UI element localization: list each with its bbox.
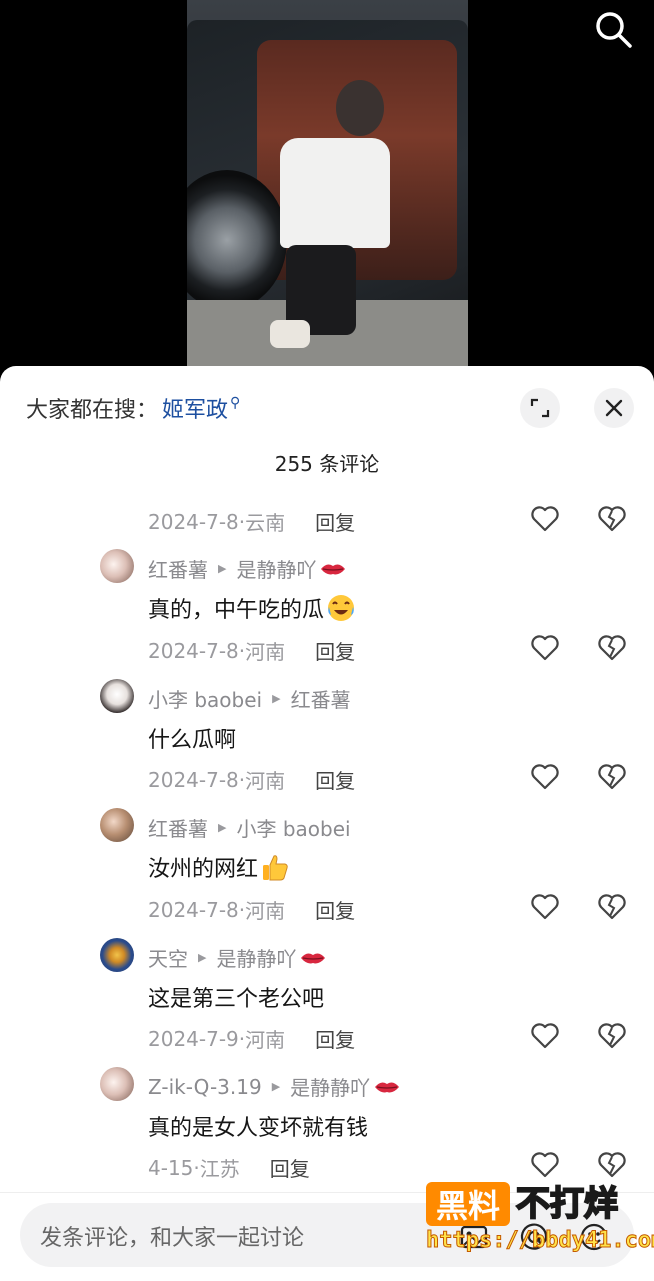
child-head xyxy=(336,80,384,136)
expand-icon xyxy=(530,398,550,418)
close-button[interactable] xyxy=(594,388,634,428)
comment-meta: 2024-7-8 · 河南 回复 xyxy=(148,765,355,794)
comment-text: 什么瓜啊 xyxy=(148,728,237,753)
heart-icon[interactable] xyxy=(531,1152,559,1178)
comment-meta: 2024-7-8 · 云南 回复 xyxy=(148,507,355,536)
watermark-url: https://bbdy41.com xyxy=(425,1228,654,1254)
comment-date: 2024-7-9 xyxy=(148,1026,239,1051)
reply-arrow-icon: ▶ xyxy=(272,692,281,705)
child-shoe xyxy=(270,320,310,348)
lips-emoji-icon xyxy=(375,1082,400,1092)
comment-names: 红番薯 ▶ 小李 baobei xyxy=(148,813,351,842)
broken-heart-icon[interactable] xyxy=(598,506,626,532)
watermark: 黑料 不打烊 https://bbdy41.com xyxy=(425,1182,654,1256)
avatar[interactable] xyxy=(100,1067,134,1101)
close-icon xyxy=(605,399,623,417)
reply-to-name[interactable]: 是静静吖 xyxy=(216,943,296,972)
lips-emoji-icon xyxy=(301,953,326,963)
reply-button[interactable]: 回复 xyxy=(315,507,355,536)
comment-author[interactable]: 小李 baobei xyxy=(148,684,262,713)
child-shirt xyxy=(280,138,390,248)
broken-heart-icon[interactable] xyxy=(598,635,626,661)
comment-names: 天空 ▶ 是静静吖 xyxy=(148,943,326,972)
comment-meta: 2024-7-8 · 河南 回复 xyxy=(148,895,355,924)
comment-names: Z-ik-Q-3.19 ▶ 是静静吖 xyxy=(148,1072,400,1101)
comment-text: 真的是女人变坏就有钱 xyxy=(148,1116,369,1141)
comment-names: 小李 baobei ▶ 红番薯 xyxy=(148,684,351,713)
search-small-icon: ⚲ xyxy=(230,395,241,411)
laugh-cry-emoji-icon xyxy=(328,595,355,621)
reply-button[interactable]: 回复 xyxy=(315,895,355,924)
comment-meta: 4-15 · 江苏 回复 xyxy=(148,1153,310,1182)
reply-to-name[interactable]: 是静静吖 xyxy=(236,554,316,583)
heart-icon[interactable] xyxy=(531,1023,559,1049)
comment-meta: 2024-7-8 · 河南 回复 xyxy=(148,636,355,665)
avatar[interactable] xyxy=(100,808,134,842)
comment-location: 江苏 xyxy=(199,1157,240,1181)
avatar[interactable] xyxy=(100,938,134,972)
reply-button[interactable]: 回复 xyxy=(315,1024,355,1053)
comment-date: 2024-7-8 xyxy=(148,897,239,922)
comment-text-row: 这是第三个老公吧 xyxy=(148,981,324,1013)
comment-text-row: 真的，中午吃的瓜 xyxy=(148,592,356,624)
lips-emoji-icon xyxy=(321,564,346,574)
heart-icon[interactable] xyxy=(531,894,559,920)
reply-button[interactable]: 回复 xyxy=(315,765,355,794)
thumbs-up-emoji-icon xyxy=(263,855,288,881)
broken-heart-icon[interactable] xyxy=(598,764,626,790)
comment-location: 河南 xyxy=(245,899,286,923)
watermark-brand: 黑料 xyxy=(426,1182,510,1226)
reply-arrow-icon: ▶ xyxy=(271,1080,281,1093)
comment-text: 汝州的网红 xyxy=(148,857,259,882)
watermark-title: 不打烊 xyxy=(515,1183,619,1225)
heart-icon[interactable] xyxy=(531,635,559,661)
reply-to-name[interactable]: 红番薯 xyxy=(291,684,351,713)
comment-author[interactable]: 红番薯 xyxy=(148,813,208,842)
hot-search-bar[interactable]: 大家都在搜： 姬军政 ⚲ xyxy=(26,392,240,424)
comment-location: 河南 xyxy=(245,640,286,664)
comment-location: 云南 xyxy=(245,511,286,535)
comment-location: 河南 xyxy=(245,1028,286,1052)
reply-button[interactable]: 回复 xyxy=(315,636,355,665)
video-frame xyxy=(187,0,468,380)
avatar[interactable] xyxy=(100,549,134,583)
comment-date: 2024-7-8 xyxy=(148,509,239,534)
comment-text-row: 真的是女人变坏就有钱 xyxy=(148,1110,368,1142)
broken-heart-icon[interactable] xyxy=(598,1023,626,1049)
comment-names: 红番薯 ▶ 是静静吖 xyxy=(148,554,346,583)
heart-icon[interactable] xyxy=(531,764,559,790)
comment-input-placeholder: 发条评论，和大家一起讨论 xyxy=(40,1226,305,1251)
reply-to-name[interactable]: 小李 baobei xyxy=(236,813,350,842)
expand-button[interactable] xyxy=(520,388,560,428)
search-icon[interactable] xyxy=(592,8,636,52)
reply-button[interactable]: 回复 xyxy=(270,1153,310,1182)
reply-arrow-icon: ▶ xyxy=(218,821,227,834)
heart-icon[interactable] xyxy=(531,506,559,532)
hot-search-term[interactable]: 姬军政 xyxy=(162,392,228,424)
comment-text-row: 什么瓜啊 xyxy=(148,722,236,754)
child-figure xyxy=(270,80,390,350)
reply-to-name[interactable]: 是静静吖 xyxy=(290,1072,370,1101)
broken-heart-icon[interactable] xyxy=(598,1152,626,1178)
comment-author[interactable]: 天空 xyxy=(148,943,188,972)
comment-text: 这是第三个老公吧 xyxy=(148,987,325,1012)
comment-author[interactable]: Z-ik-Q-3.19 xyxy=(148,1075,262,1099)
comment-date: 2024-7-8 xyxy=(148,638,239,663)
video-player[interactable] xyxy=(0,0,654,380)
broken-heart-icon[interactable] xyxy=(598,894,626,920)
comment-author[interactable]: 红番薯 xyxy=(148,554,208,583)
reply-arrow-icon: ▶ xyxy=(198,951,207,964)
comment-date: 2024-7-8 xyxy=(148,767,239,792)
comment-date: 4-15 xyxy=(148,1155,194,1180)
hot-search-label: 大家都在搜： xyxy=(26,398,159,423)
comment-text-row: 汝州的网红 xyxy=(148,851,290,883)
comment-meta: 2024-7-9 · 河南 回复 xyxy=(148,1024,355,1053)
comment-location: 河南 xyxy=(245,769,286,793)
reply-arrow-icon: ▶ xyxy=(218,562,227,575)
comment-text: 真的，中午吃的瓜 xyxy=(148,598,325,623)
comment-count: 255 条评论 xyxy=(274,452,380,476)
avatar[interactable] xyxy=(100,679,134,713)
comment-sheet: 大家都在搜： 姬军政 ⚲ 255 条评论 2024-7-8 · 云南 回复 红番薯 … xyxy=(0,366,654,1280)
